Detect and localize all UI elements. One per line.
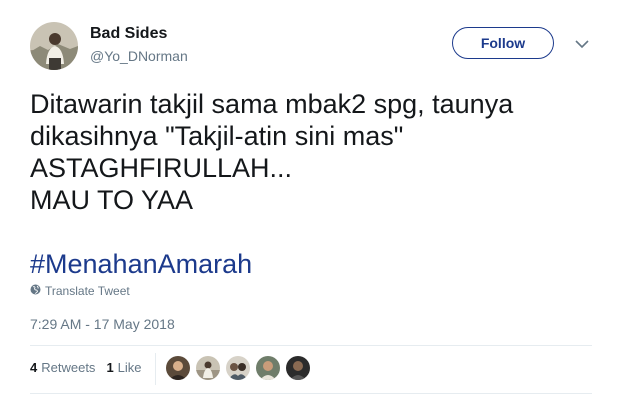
translate-tweet-link[interactable]: Translate Tweet [30, 284, 130, 298]
user-name[interactable]: Bad Sides [90, 25, 167, 43]
likes-stat[interactable]: 1 Like [106, 360, 141, 375]
liker-avatar[interactable] [196, 356, 220, 380]
stats-separator [155, 353, 156, 385]
follow-button[interactable]: Follow [452, 27, 554, 59]
liker-avatar[interactable] [226, 356, 250, 380]
chevron-down-icon[interactable] [572, 36, 592, 52]
tweet-line: ASTAGHFIRULLAH... [30, 153, 293, 183]
tweet-line: dikasihnya "Takjil-atin sini mas" [30, 121, 404, 151]
tweet-text: Ditawarin takjil sama mbak2 spg, taunya … [30, 88, 600, 280]
tweet-stats: 4 Retweets 1 Like [30, 360, 142, 375]
divider [30, 393, 592, 394]
tweet-line: Ditawarin takjil sama mbak2 spg, taunya [30, 89, 514, 119]
liker-avatar[interactable] [166, 356, 190, 380]
tweet-card: Bad Sides @Yo_DNorman Follow Ditawarin t… [0, 0, 622, 403]
tweet-line: MAU TO YAA [30, 185, 194, 215]
hashtag-link[interactable]: #MenahanAmarah [30, 248, 252, 280]
retweets-count: 4 [30, 360, 38, 375]
liker-avatar[interactable] [286, 356, 310, 380]
translate-label: Translate Tweet [45, 284, 130, 298]
liker-avatars [166, 356, 310, 380]
retweets-label: Retweets [41, 360, 96, 375]
likes-label: Like [117, 360, 142, 375]
globe-icon [30, 284, 41, 298]
retweets-stat[interactable]: 4 Retweets [30, 360, 95, 375]
timestamp[interactable]: 7:29 AM - 17 May 2018 [30, 316, 175, 332]
likes-count: 1 [106, 360, 114, 375]
avatar[interactable] [30, 22, 78, 70]
divider [30, 345, 592, 346]
liker-avatar[interactable] [256, 356, 280, 380]
user-handle[interactable]: @Yo_DNorman [90, 48, 188, 64]
